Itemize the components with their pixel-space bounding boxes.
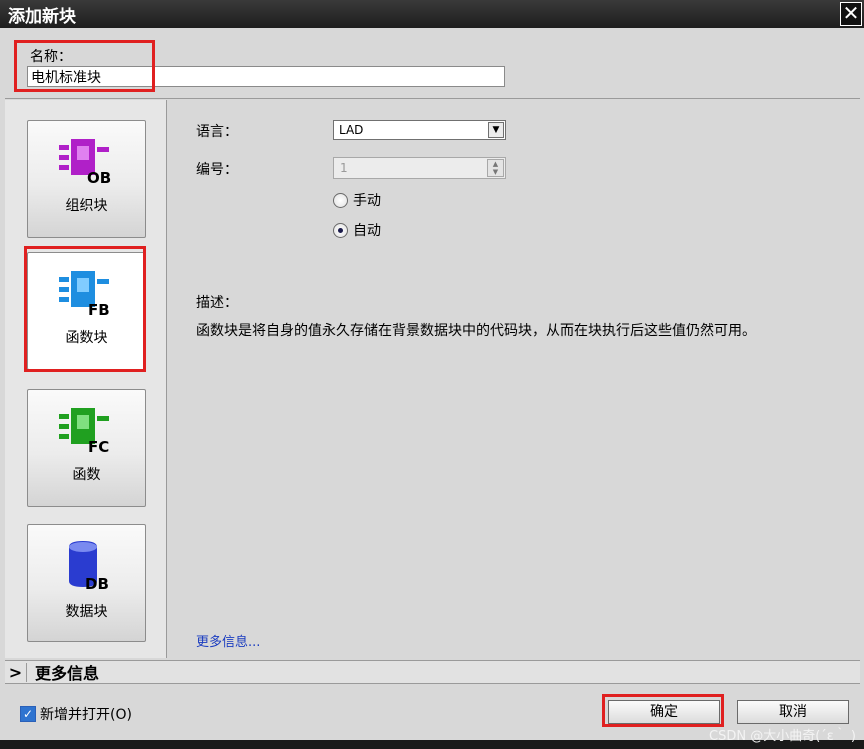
checkbox-checked-icon[interactable]: ✓: [20, 706, 36, 722]
chevron-right-icon[interactable]: >: [5, 662, 27, 682]
description-text: 函数块是将自身的值永久存储在背景数据块中的代码块，从而在块执行后这些值仍然可用。: [196, 323, 756, 339]
block-type-fc-button[interactable]: FC 函数: [27, 389, 146, 507]
radio-auto[interactable]: 自动: [333, 220, 381, 240]
block-type-ob-button[interactable]: OB 组织块: [27, 120, 146, 238]
block-type-label: 数据块: [65, 604, 108, 620]
svg-text:DB: DB: [85, 575, 109, 591]
chevron-down-icon[interactable]: ▼: [488, 122, 504, 138]
radio-manual-label: 手动: [353, 193, 381, 209]
language-select[interactable]: LAD ▼: [333, 120, 506, 140]
description-label: 描述：: [196, 295, 238, 311]
number-value: 1: [340, 161, 348, 175]
more-info-expander[interactable]: > 更多信息: [5, 660, 860, 684]
svg-text:FC: FC: [88, 438, 109, 454]
language-label: 语言：: [196, 124, 238, 140]
radio-unchecked-icon[interactable]: [333, 192, 348, 208]
close-icon[interactable]: ✕: [840, 2, 862, 26]
highlight-fb-box: [24, 246, 146, 372]
svg-text:OB: OB: [87, 169, 111, 185]
stepper-arrows-icon: ▲ ▼: [487, 159, 504, 177]
add-and-open-label: 新增并打开(O): [40, 707, 132, 723]
radio-auto-label: 自动: [353, 223, 381, 239]
expander-label: 更多信息: [35, 664, 100, 683]
radio-manual[interactable]: 手动: [333, 190, 381, 210]
db-block-icon: DB: [68, 541, 109, 591]
radio-checked-icon[interactable]: [333, 222, 348, 238]
more-info-link[interactable]: 更多信息...: [196, 631, 260, 650]
divider: [5, 98, 860, 99]
highlight-name-box: [14, 40, 155, 92]
ob-block-icon: OB: [58, 139, 111, 185]
watermark: CSDN @大小曲奇(´ε｀ ): [709, 729, 856, 744]
number-stepper: 1 ▲ ▼: [333, 157, 506, 179]
dialog-title: 添加新块: [8, 6, 76, 27]
block-type-db-button[interactable]: DB 数据块: [27, 524, 146, 642]
fc-block-icon: FC: [58, 408, 109, 454]
add-new-block-dialog: 添加新块 ✕ 名称： OB 组织块 FB 函数块: [0, 0, 864, 749]
cancel-button[interactable]: 取消: [737, 700, 849, 724]
number-label: 编号：: [196, 162, 238, 178]
block-type-label: 组织块: [65, 198, 108, 214]
add-and-open-checkbox[interactable]: ✓ 新增并打开(O): [20, 704, 132, 724]
title-bar: 添加新块 ✕: [0, 0, 864, 28]
properties-pane: [170, 100, 860, 658]
block-type-label: 函数: [72, 467, 101, 483]
language-value: LAD: [339, 123, 364, 137]
highlight-ok-box: [602, 694, 724, 727]
